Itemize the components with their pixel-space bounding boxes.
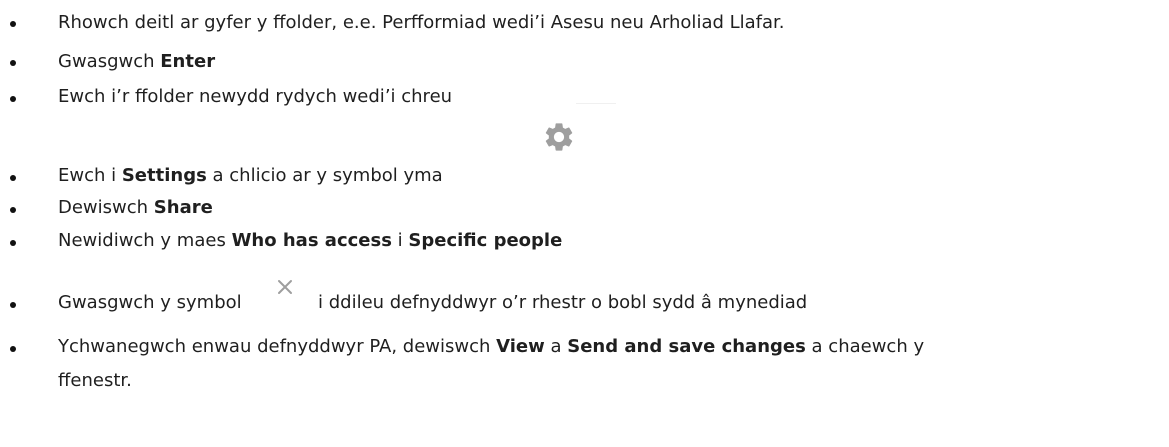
step-3-text: Ewch i’r ffolder newydd rydych wedi’i ch… [58, 86, 453, 107]
gear-icon [545, 123, 573, 151]
step-6-text: Newidiwch y maes Who has access i Specif… [58, 230, 563, 251]
enter-keyword: Enter [160, 51, 216, 72]
step-8-text-line2: ffenestr. [58, 370, 132, 391]
view-keyword: View [496, 336, 545, 357]
bullet [10, 302, 16, 308]
step-2-text: Gwasgwch Enter [58, 51, 216, 72]
step-1-text: Rhowch deitl ar gyfer y ffolder, e.e. Pe… [58, 12, 785, 33]
bullet [10, 21, 16, 27]
bullet [10, 346, 16, 352]
who-has-access-keyword: Who has access [231, 230, 392, 251]
step-7-text-a: Gwasgwch y symbol [58, 292, 242, 313]
close-icon [278, 280, 292, 294]
bullet [10, 175, 16, 181]
step-5-text: Dewiswch Share [58, 197, 213, 218]
share-keyword: Share [153, 197, 213, 218]
bullet [10, 60, 16, 66]
settings-keyword: Settings [121, 165, 207, 186]
divider [576, 103, 616, 104]
specific-people-keyword: Specific people [408, 230, 563, 251]
step-4-text: Ewch i Settings a chlicio ar y symbol ym… [58, 165, 443, 186]
bullet [10, 207, 16, 213]
send-and-save-keyword: Send and save changes [567, 336, 806, 357]
bullet [10, 240, 16, 246]
bullet [10, 96, 16, 102]
step-8-text: Ychwanegwch enwau defnyddwyr PA, dewiswc… [58, 336, 925, 357]
step-7-text-b: i ddileu defnyddwyr o’r rhestr o bobl sy… [318, 292, 808, 313]
